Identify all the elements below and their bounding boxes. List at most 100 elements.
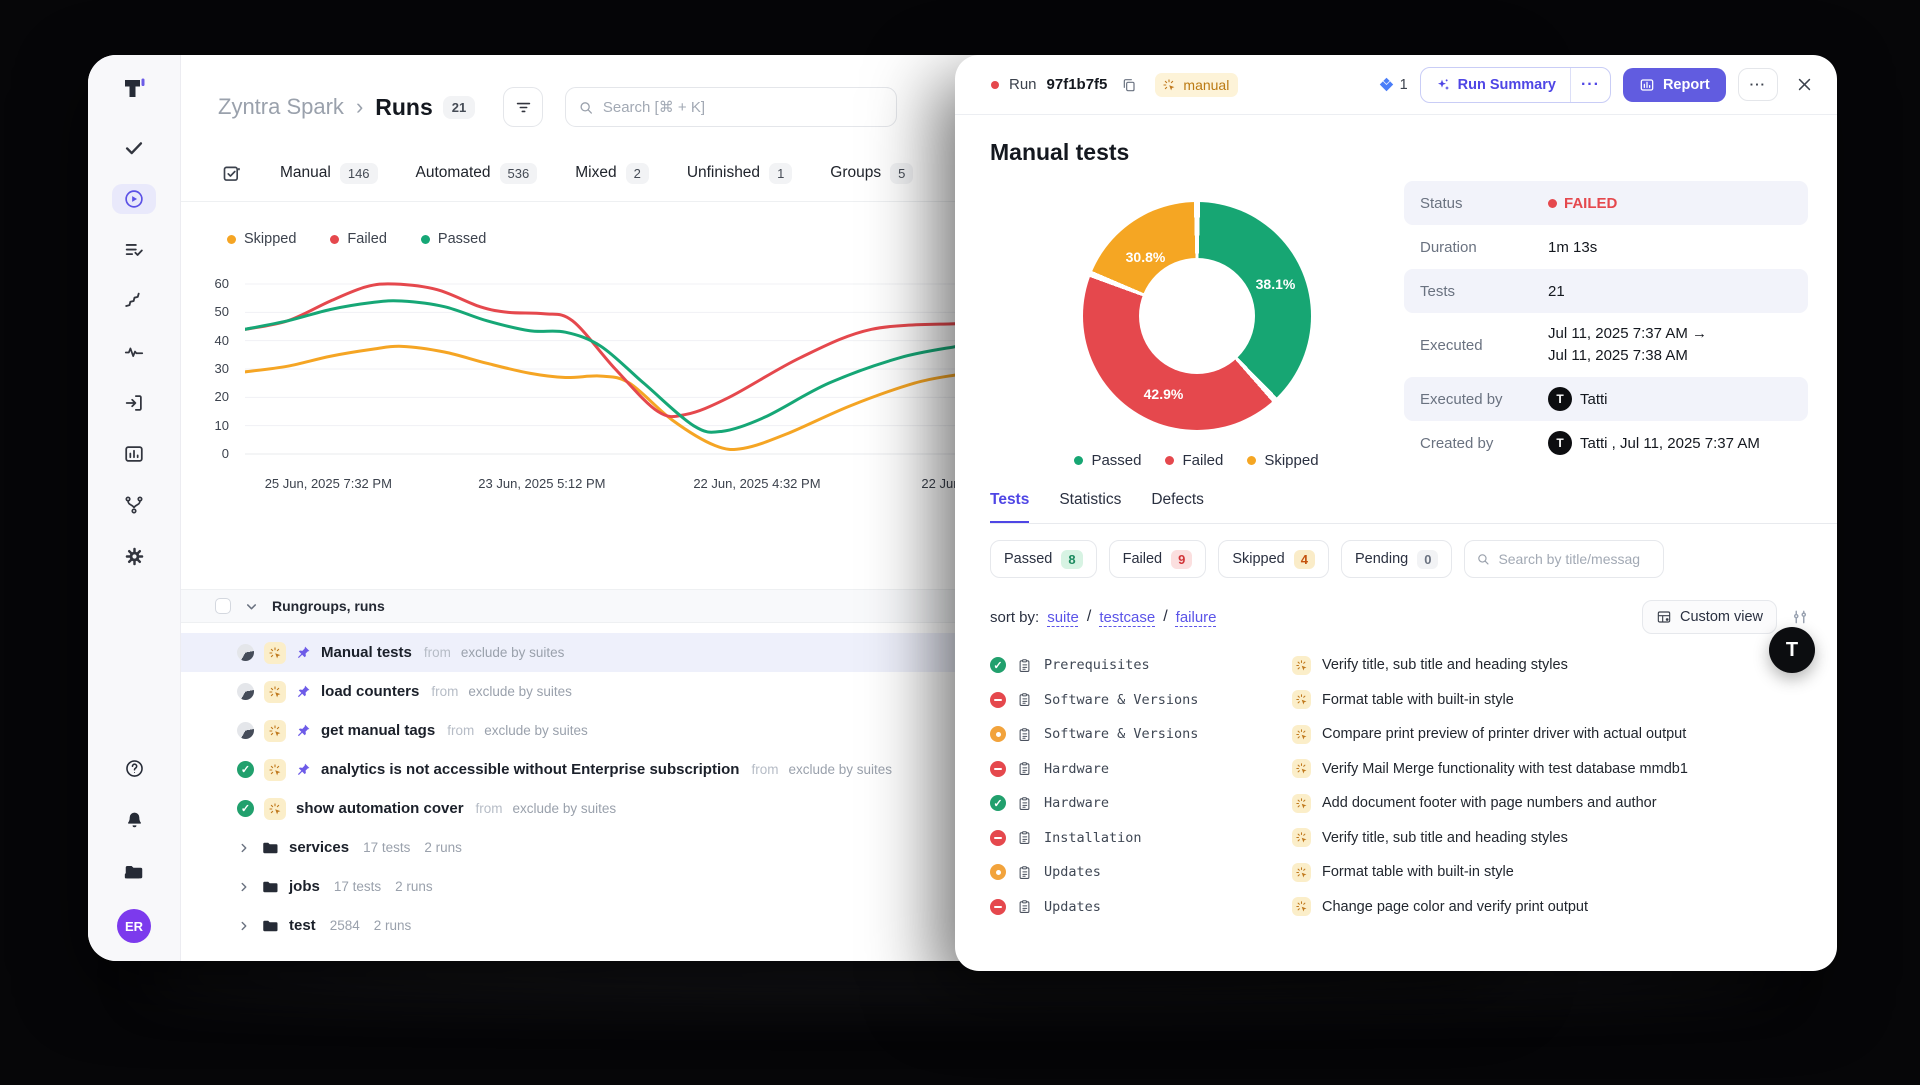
app-logo-icon[interactable] [121, 75, 148, 107]
run-source[interactable]: exclude by suites [513, 801, 617, 816]
breadcrumb-project[interactable]: Zyntra Spark [218, 94, 344, 120]
tune-sliders-icon[interactable] [1791, 608, 1809, 626]
search-input[interactable] [603, 99, 884, 116]
custom-view-button[interactable]: Custom view [1642, 600, 1777, 634]
tab-manual[interactable]: Manual 146 [280, 163, 378, 184]
tab-count: 1 [769, 163, 792, 184]
run-summary-more-button[interactable]: ··· [1570, 68, 1610, 102]
test-title[interactable]: Compare print preview of printer driver … [1322, 726, 1686, 742]
run-source[interactable]: exclude by suites [484, 723, 588, 738]
folder-tests-count: 17 tests [334, 879, 381, 894]
projects-button[interactable] [112, 857, 156, 887]
run-source[interactable]: exclude by suites [461, 645, 565, 660]
info-label: Duration [1420, 239, 1548, 256]
clipboard-icon [1017, 761, 1032, 776]
chevron-right-icon[interactable] [237, 880, 251, 894]
run-title[interactable]: load counters [321, 683, 419, 700]
run-title[interactable]: Manual tests [321, 644, 412, 661]
sidebar-item-settings[interactable] [112, 541, 156, 571]
folder-title[interactable]: jobs [289, 878, 320, 895]
filter-button[interactable] [503, 87, 543, 127]
select-all-checkbox[interactable] [215, 598, 231, 614]
filter-passed[interactable]: Passed 8 [990, 540, 1097, 578]
more-options-button[interactable]: ··· [1738, 68, 1778, 101]
test-row[interactable]: UpdatesChange page color and verify prin… [990, 890, 1837, 925]
filter-failed[interactable]: Failed 9 [1109, 540, 1207, 578]
tasks-icon[interactable] [221, 163, 242, 184]
report-button[interactable]: Report [1623, 68, 1726, 102]
test-search-input[interactable] [1498, 551, 1652, 567]
tab-unfinished[interactable]: Unfinished 1 [687, 163, 792, 184]
test-row[interactable]: Hardware Verify Mail Merge functionality … [990, 752, 1837, 787]
support-bubble[interactable]: T [1769, 627, 1815, 673]
test-row[interactable]: UpdatesFormat table with built-in style [990, 855, 1837, 890]
sidebar-item-import[interactable] [112, 388, 156, 418]
sidebar-item-runs[interactable] [112, 184, 156, 214]
folder-title[interactable]: test [289, 917, 316, 934]
executed-range: Jul 11, 2025 7:37 AM → Jul 11, 2025 7:38… [1548, 323, 1707, 367]
sort-by-testcase[interactable]: testcase [1099, 609, 1155, 626]
test-row[interactable]: Software & VersionsFormat table with bui… [990, 683, 1837, 718]
run-source[interactable]: exclude by suites [468, 684, 572, 699]
sort-by-suite[interactable]: suite [1047, 609, 1079, 626]
run-source[interactable]: exclude by suites [788, 762, 892, 777]
tab-groups[interactable]: Groups 5 [830, 163, 913, 184]
sidebar-item-testcases[interactable] [112, 235, 156, 265]
tab-automated[interactable]: Automated 536 [416, 163, 538, 184]
test-row[interactable]: Prerequisites Verify title, sub title and… [990, 648, 1837, 683]
test-title[interactable]: Add document footer with page numbers an… [1322, 795, 1657, 811]
user-avatar[interactable]: ER [117, 909, 151, 943]
filter-pending[interactable]: Pending 0 [1341, 540, 1452, 578]
clipboard-icon [1017, 865, 1032, 880]
run-title[interactable]: analytics is not accessible without Ente… [321, 761, 739, 778]
tab-statistics[interactable]: Statistics [1059, 491, 1121, 523]
manual-click-icon [1292, 794, 1311, 813]
run-title[interactable]: show automation cover [296, 800, 464, 817]
test-row[interactable]: HardwareAdd document footer with page nu… [990, 786, 1837, 821]
sidebar-item-checks[interactable] [112, 133, 156, 163]
sort-separator: / [1087, 608, 1091, 626]
sort-by-failure[interactable]: failure [1176, 609, 1217, 626]
info-label: Created by [1420, 435, 1548, 452]
status-passed-icon [990, 657, 1006, 673]
test-title[interactable]: Format table with built-in style [1322, 864, 1514, 880]
help-button[interactable] [112, 753, 156, 783]
sidebar-item-pulse[interactable] [112, 337, 156, 367]
test-title[interactable]: Change page color and verify print outpu… [1322, 899, 1588, 915]
tab-label: Groups [830, 164, 881, 182]
chevron-down-icon[interactable] [244, 599, 259, 614]
run-title[interactable]: get manual tags [321, 722, 435, 739]
test-suite-cell: Prerequisites [990, 657, 1292, 673]
test-title[interactable]: Verify title, sub title and heading styl… [1322, 657, 1568, 673]
manual-click-icon [1292, 828, 1311, 847]
sidebar-item-branches[interactable] [112, 490, 156, 520]
tab-mixed[interactable]: Mixed 2 [575, 163, 649, 184]
sidebar-item-steps[interactable] [112, 286, 156, 316]
test-title[interactable]: Verify title, sub title and heading styl… [1322, 830, 1568, 846]
test-title[interactable]: Verify Mail Merge functionality with tes… [1322, 761, 1688, 777]
pill-count: 9 [1171, 550, 1192, 569]
manual-click-icon [264, 681, 286, 703]
folder-title[interactable]: services [289, 839, 349, 856]
test-row[interactable]: Software & VersionsCompare print preview… [990, 717, 1837, 752]
info-row-tests: Tests 21 [1404, 269, 1808, 313]
filter-skipped[interactable]: Skipped 4 [1218, 540, 1329, 578]
chevron-right-icon[interactable] [237, 841, 251, 855]
close-icon[interactable] [1796, 76, 1813, 93]
sidebar-item-reports[interactable] [112, 439, 156, 469]
test-suite: Hardware [1044, 761, 1109, 777]
manual-click-icon [264, 720, 286, 742]
filter-icon [514, 98, 533, 117]
test-title[interactable]: Format table with built-in style [1322, 692, 1514, 708]
results-donut-chart: 38.1% 42.9% 30.8% [1083, 202, 1311, 430]
manual-click-icon [264, 642, 286, 664]
copy-icon[interactable] [1121, 77, 1137, 93]
notifications-button[interactable] [112, 805, 156, 835]
tab-tests[interactable]: Tests [990, 491, 1029, 523]
tab-defects[interactable]: Defects [1151, 491, 1204, 523]
donut-legend: Passed Failed Skipped [1074, 452, 1318, 469]
test-row[interactable]: InstallationVerify title, sub title and … [990, 821, 1837, 856]
chevron-right-icon[interactable] [237, 919, 251, 933]
run-summary-button[interactable]: Run Summary [1421, 68, 1570, 102]
manual-type-badge[interactable]: manual [1155, 73, 1238, 97]
